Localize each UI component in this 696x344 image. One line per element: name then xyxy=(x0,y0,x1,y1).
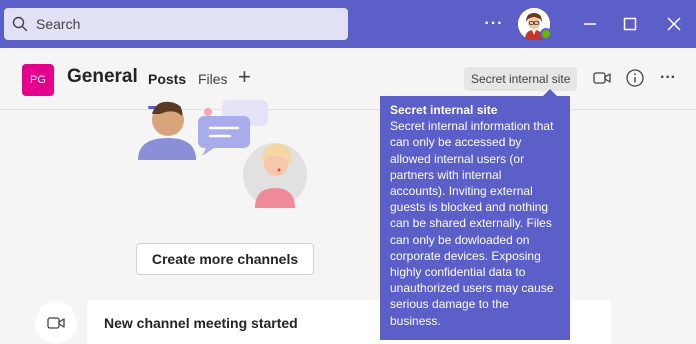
add-tab-button[interactable]: + xyxy=(238,66,251,88)
sensitivity-label-tooltip: Secret internal site Secret internal inf… xyxy=(380,96,570,340)
maximize-icon[interactable] xyxy=(618,12,642,36)
minimize-icon[interactable] xyxy=(578,12,602,36)
team-avatar[interactable]: PG xyxy=(22,64,54,96)
channel-header: PG General Posts Files + Secret internal… xyxy=(0,48,696,110)
title-bar: ··· xyxy=(0,0,696,48)
tab-posts[interactable]: Posts xyxy=(148,71,186,87)
channel-title: General xyxy=(67,66,138,87)
presence-available-icon xyxy=(540,28,552,40)
tooltip-arrow xyxy=(543,89,557,96)
more-options-button[interactable]: ··· xyxy=(484,14,504,34)
video-camera-icon[interactable] xyxy=(592,68,612,88)
info-icon[interactable] xyxy=(625,68,645,88)
search-box[interactable] xyxy=(4,8,348,40)
channel-more-options-button[interactable]: ··· xyxy=(658,68,678,88)
tooltip-body: Secret internal information that can onl… xyxy=(390,119,554,328)
tooltip-title: Secret internal site xyxy=(390,103,498,117)
close-icon[interactable] xyxy=(662,12,686,36)
meeting-started-text: New channel meeting started xyxy=(104,315,298,331)
video-meeting-icon xyxy=(47,317,65,329)
create-more-channels-button[interactable]: Create more channels xyxy=(136,243,314,275)
search-icon xyxy=(12,16,28,32)
sensitivity-label-badge[interactable]: Secret internal site xyxy=(464,67,578,91)
tab-files[interactable]: Files xyxy=(198,71,228,87)
search-input[interactable] xyxy=(36,14,336,34)
channel-welcome-illustration xyxy=(138,100,307,208)
